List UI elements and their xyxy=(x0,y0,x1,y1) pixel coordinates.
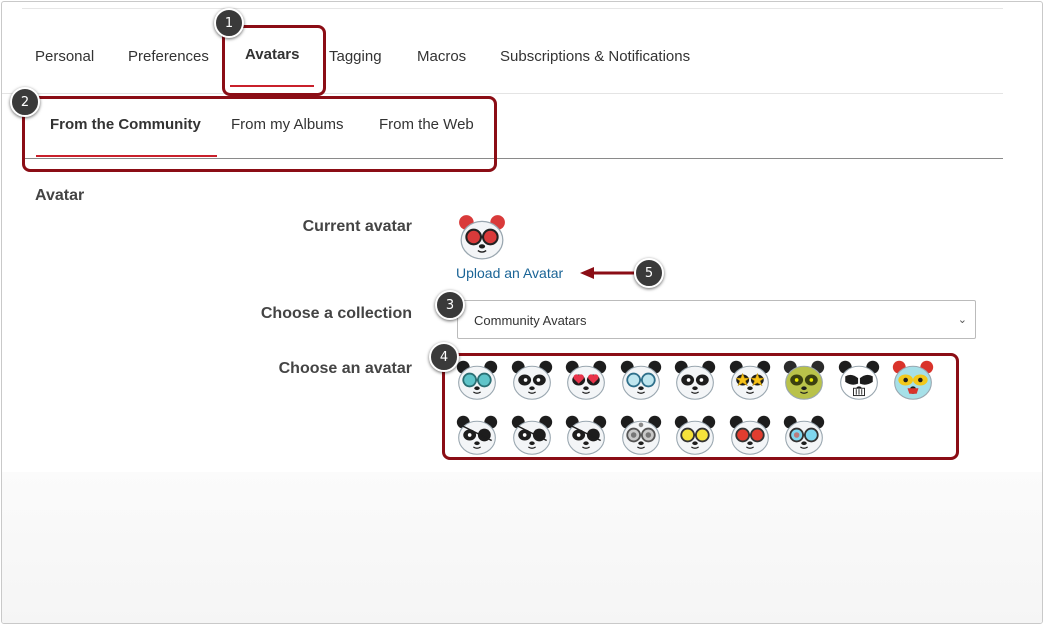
upload-avatar-link[interactable]: Upload an Avatar xyxy=(456,265,563,281)
collection-select[interactable]: Community Avatars ⌄ xyxy=(457,300,976,339)
arrow-callout-5 xyxy=(580,267,638,279)
chevron-down-icon: ⌄ xyxy=(957,314,967,326)
tab-subscriptions-notifications[interactable]: Subscriptions & Notifications xyxy=(500,48,690,65)
settings-panel: Personal Preferences Avatars Tagging Mac… xyxy=(1,1,1043,624)
tab-tagging[interactable]: Tagging xyxy=(329,48,382,65)
choose-collection-label: Choose a collection xyxy=(260,305,412,322)
tab-macros[interactable]: Macros xyxy=(417,48,466,65)
collection-select-value: Community Avatars xyxy=(474,313,587,328)
panda-red-glasses-avatar-icon xyxy=(457,212,507,262)
choose-avatar-label: Choose an avatar xyxy=(278,360,412,377)
tab-personal[interactable]: Personal xyxy=(35,48,94,65)
callout-badge-1: 1 xyxy=(214,8,244,38)
callout-badge-2: 2 xyxy=(10,87,40,117)
main-tab-bar: Personal Preferences Avatars Tagging Mac… xyxy=(2,2,1003,94)
tab-preferences[interactable]: Preferences xyxy=(128,48,209,65)
callout-box-avatars-tab xyxy=(222,25,326,96)
callout-box-avatar-grid xyxy=(442,353,959,460)
section-title: Avatar xyxy=(35,187,85,204)
callout-badge-3: 3 xyxy=(435,290,465,320)
callout-badge-5: 5 xyxy=(634,258,664,288)
background-fade xyxy=(2,472,1042,623)
callout-badge-4: 4 xyxy=(429,342,459,372)
callout-box-source-tabs xyxy=(22,96,497,172)
current-avatar-label: Current avatar xyxy=(302,218,412,235)
